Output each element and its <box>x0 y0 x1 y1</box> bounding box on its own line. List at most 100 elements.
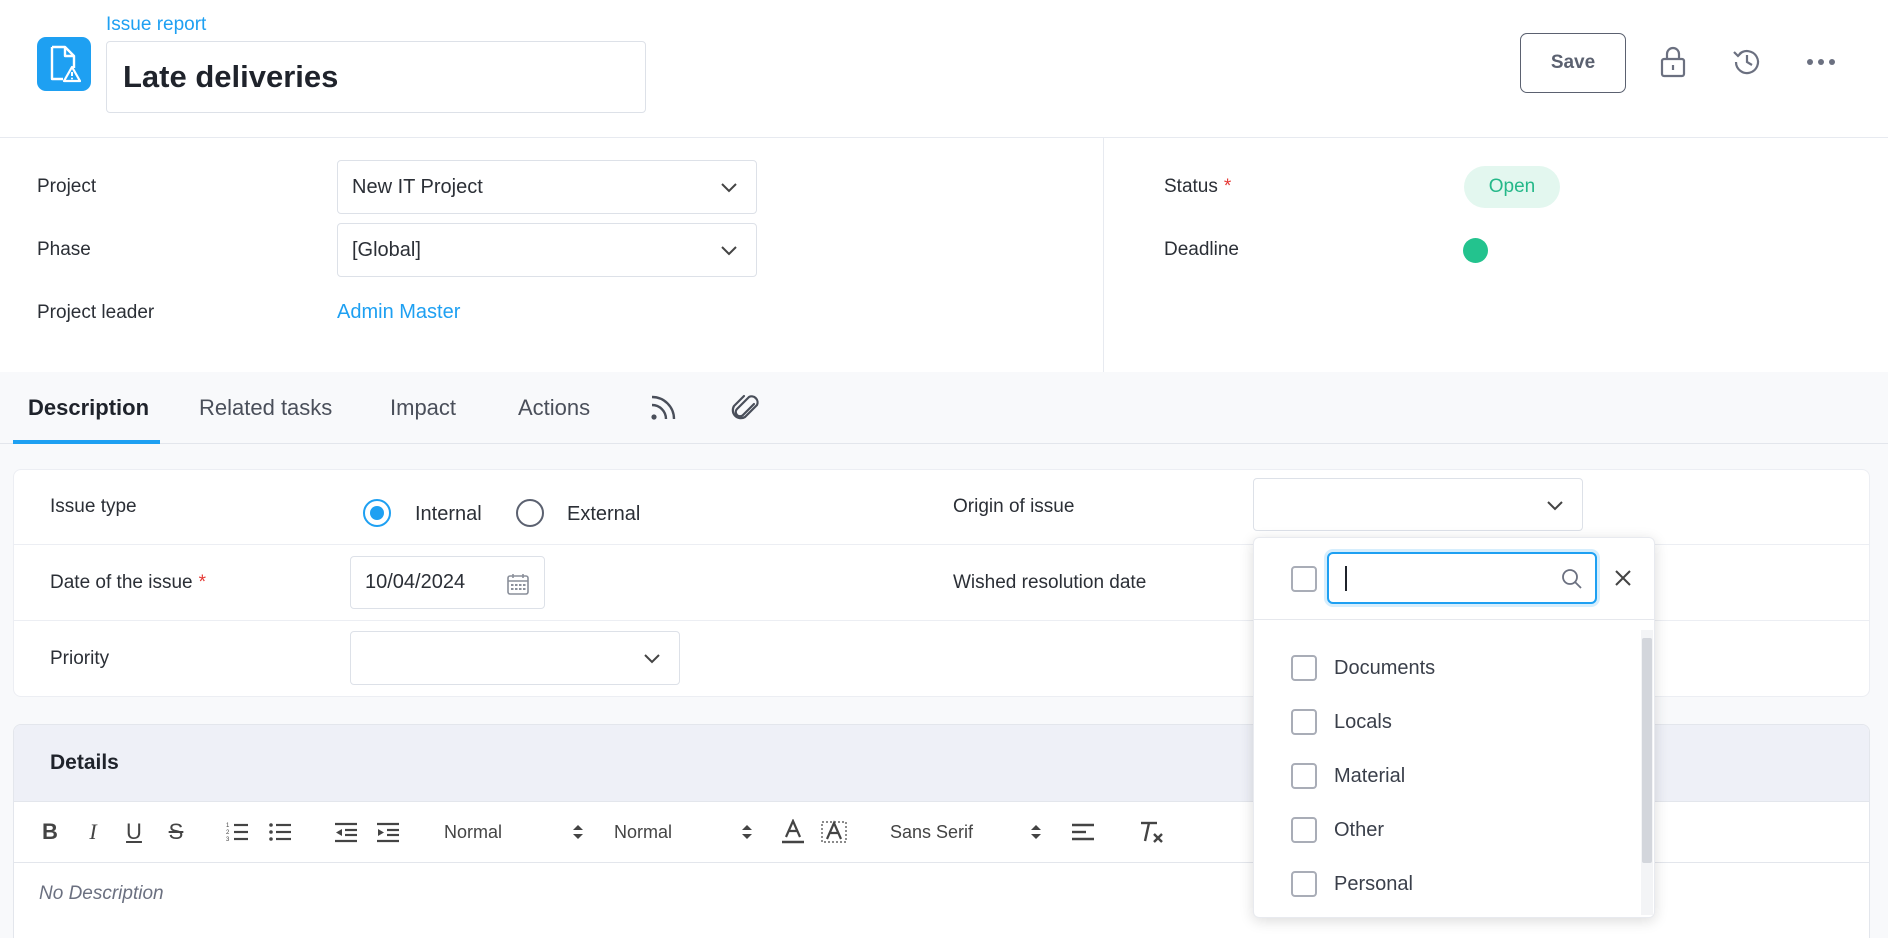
heading-select[interactable]: Normal <box>614 816 753 848</box>
lock-icon[interactable] <box>1655 44 1691 80</box>
project-leader-label: Project leader <box>37 302 155 323</box>
size-select[interactable]: Normal <box>444 816 584 848</box>
paperclip-icon[interactable] <box>730 372 762 444</box>
deadline-label: Deadline <box>1164 239 1239 260</box>
tab-related-tasks[interactable]: Related tasks <box>199 372 332 444</box>
details-title: Details <box>50 751 119 774</box>
chevron-down-icon <box>721 183 737 193</box>
outdent-icon[interactable] <box>332 816 360 848</box>
status-badge[interactable]: Open <box>1464 166 1560 208</box>
external-label: External <box>567 503 641 525</box>
dropdown-option[interactable]: Locals <box>1254 695 1634 749</box>
status-label-text: Status <box>1164 176 1218 197</box>
document-type-label: Issue report <box>106 14 207 35</box>
internal-label: Internal <box>415 503 482 525</box>
status-label: Status * <box>1164 176 1231 198</box>
dropdown-scrollbar-thumb[interactable] <box>1642 638 1652 863</box>
indent-icon[interactable] <box>374 816 402 848</box>
italic-icon[interactable]: I <box>79 816 107 848</box>
option-label: Locals <box>1334 711 1392 733</box>
search-icon <box>1562 569 1582 589</box>
heading-select-value: Normal <box>614 821 673 842</box>
phase-value: [Global] <box>352 238 421 261</box>
option-checkbox[interactable] <box>1291 763 1317 789</box>
dropdown-option[interactable]: Documents <box>1254 641 1634 695</box>
ordered-list-icon[interactable]: 123 <box>223 816 251 848</box>
font-select-value: Sans Serif <box>890 821 974 842</box>
font-select[interactable]: Sans Serif <box>890 816 1042 848</box>
issue-type-label: Issue type <box>50 496 137 517</box>
origin-of-issue-label: Origin of issue <box>953 496 1075 517</box>
option-label: Material <box>1334 765 1406 787</box>
origin-of-issue-select[interactable] <box>1253 478 1583 531</box>
date-of-issue-text: Date of the issue <box>50 572 193 593</box>
origin-dropdown-menu: Documents Locals Material Other Personal <box>1253 537 1655 918</box>
option-checkbox[interactable] <box>1291 871 1317 897</box>
history-icon[interactable] <box>1729 44 1765 80</box>
priority-label: Priority <box>50 648 110 669</box>
dropdown-search-bar <box>1254 538 1654 620</box>
chevron-down-icon <box>644 654 660 664</box>
phase-label: Phase <box>37 239 91 260</box>
svg-text:2: 2 <box>226 830 230 836</box>
dropdown-option[interactable]: Material <box>1254 749 1634 803</box>
document-warning-icon <box>37 37 91 91</box>
date-of-issue-label: Date of the issue * <box>50 572 206 594</box>
phase-select[interactable]: [Global] <box>337 223 757 277</box>
up-down-icon <box>573 825 583 839</box>
text-caret <box>1345 566 1347 591</box>
up-down-icon <box>742 825 752 839</box>
date-of-issue-input[interactable]: 10/04/2024 <box>350 556 545 609</box>
project-label: Project <box>37 176 97 197</box>
dropdown-option[interactable]: Other <box>1254 803 1634 857</box>
svg-text:1: 1 <box>226 823 230 829</box>
priority-select[interactable] <box>350 631 680 685</box>
underline-icon[interactable]: U <box>120 816 148 848</box>
external-radio[interactable] <box>516 499 544 527</box>
deadline-indicator <box>1463 238 1488 263</box>
calendar-icon[interactable] <box>506 572 530 596</box>
tab-impact[interactable]: Impact <box>390 372 456 444</box>
bullet-list-icon[interactable] <box>266 816 294 848</box>
option-checkbox[interactable] <box>1291 709 1317 735</box>
project-value: New IT Project <box>352 175 483 198</box>
dropdown-search-input[interactable] <box>1327 552 1597 604</box>
dropdown-option-partial[interactable] <box>1254 911 1634 917</box>
align-icon[interactable] <box>1069 816 1097 848</box>
required-mark: * <box>198 572 206 593</box>
save-button[interactable]: Save <box>1520 33 1626 93</box>
option-label: Personal <box>1334 873 1413 895</box>
more-horizontal-icon[interactable] <box>1803 44 1839 80</box>
option-checkbox[interactable] <box>1291 817 1317 843</box>
chevron-down-icon <box>721 246 737 256</box>
tab-description[interactable]: Description <box>28 372 149 444</box>
required-mark: * <box>1223 176 1232 197</box>
project-leader-link[interactable]: Admin Master <box>337 301 460 324</box>
rss-feed-icon[interactable] <box>648 372 678 444</box>
tab-bar: Description Related tasks Impact Actions <box>0 372 1888 444</box>
size-select-value: Normal <box>444 821 503 842</box>
close-icon[interactable] <box>1614 569 1632 587</box>
internal-radio[interactable] <box>363 499 391 527</box>
dropdown-option[interactable]: Personal <box>1254 857 1634 911</box>
svg-text:3: 3 <box>226 837 230 843</box>
up-down-icon <box>1031 825 1041 839</box>
date-value: 10/04/2024 <box>365 571 466 593</box>
tab-actions[interactable]: Actions <box>518 372 590 444</box>
wished-resolution-date-label: Wished resolution date <box>953 572 1147 593</box>
clear-formatting-icon[interactable] <box>1136 816 1166 848</box>
page-header: Issue report Late deliveries Save <box>0 0 1888 138</box>
description-editor[interactable]: No Description <box>39 883 164 905</box>
title-input[interactable]: Late deliveries <box>106 41 646 113</box>
option-label: Documents <box>1334 657 1436 679</box>
strikethrough-icon[interactable]: S <box>162 816 190 848</box>
select-all-checkbox[interactable] <box>1291 566 1317 592</box>
info-divider <box>1103 138 1104 372</box>
option-checkbox[interactable] <box>1291 655 1317 681</box>
bold-icon[interactable]: B <box>36 816 64 848</box>
option-label: Other <box>1334 819 1385 841</box>
text-color-icon[interactable] <box>779 816 807 848</box>
background-color-icon[interactable] <box>820 816 848 848</box>
chevron-down-icon <box>1547 501 1563 511</box>
project-select[interactable]: New IT Project <box>337 160 757 214</box>
